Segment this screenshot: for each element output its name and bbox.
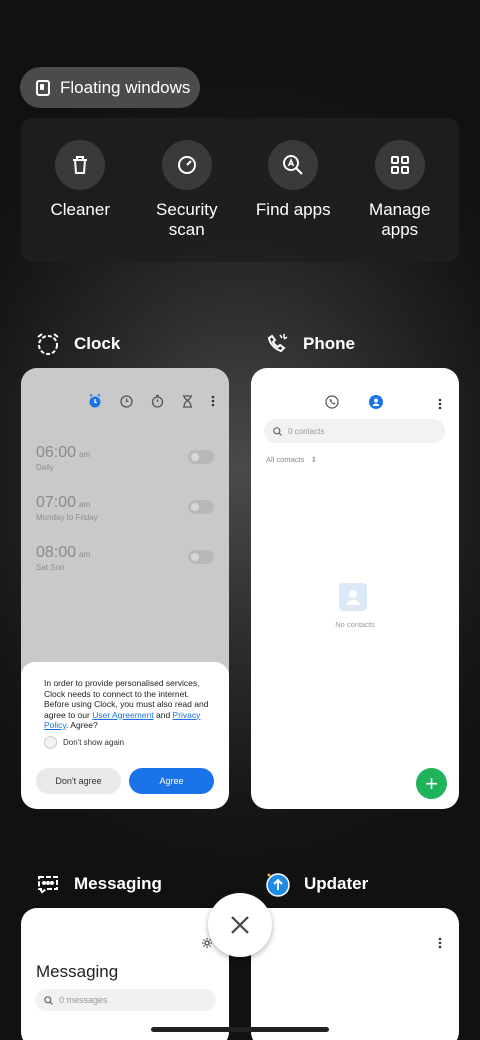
alarm-toggle[interactable]	[188, 500, 214, 514]
dont-show-again-checkbox[interactable]: Don't show again	[44, 735, 213, 749]
phone-app-icon	[267, 334, 288, 353]
clock-app-name: Clock	[74, 334, 121, 353]
close-all-apps-button[interactable]	[208, 893, 272, 957]
alarm-ampm: am	[79, 450, 91, 459]
find-apps-label: Find apps	[255, 200, 331, 219]
more-options-icon[interactable]	[438, 937, 442, 949]
alarm-time: 07:00	[36, 494, 77, 511]
alarm-toggle[interactable]	[188, 450, 214, 464]
messaging-app-icon	[38, 876, 58, 896]
phone-app-header[interactable]: Phone	[263, 331, 355, 357]
phone-app-card[interactable]: 0 contacts All contacts ⇕ No contacts +	[251, 368, 459, 809]
messages-search-placeholder: 0 messages	[59, 995, 108, 1005]
manage-apps-label: Manage apps	[369, 200, 431, 239]
security-scan-icon	[161, 140, 212, 190]
grid-apps-icon	[374, 140, 425, 190]
clock-app-card[interactable]: 06:00 am Daily 07:00 am Monday to Friday 0…	[21, 368, 229, 809]
world-clock-tab-icon[interactable]	[120, 394, 133, 408]
more-options-icon[interactable]	[211, 395, 215, 407]
contacts-filter-label: All contacts	[266, 455, 305, 464]
contacts-tab-icon[interactable]	[369, 395, 383, 409]
floating-window-icon	[36, 79, 50, 96]
phone-tabs	[325, 395, 383, 409]
alarm-tab-icon[interactable]	[88, 394, 102, 408]
alarm-toggle[interactable]	[188, 550, 214, 564]
dialog-message: In order to provide personalised service…	[44, 678, 209, 730]
clock-toolbar	[88, 394, 215, 408]
find-apps-icon	[268, 140, 319, 190]
cleaner-label: Cleaner	[50, 200, 111, 219]
stopwatch-tab-icon[interactable]	[151, 394, 164, 408]
alarm-repeat: Sat Sun	[36, 563, 65, 572]
updater-app-name: Updater	[304, 874, 369, 893]
empty-contacts-icon	[339, 583, 367, 611]
search-icon	[44, 995, 53, 1005]
privacy-dialog: In order to provide personalised service…	[21, 662, 229, 809]
contacts-filter-dropdown[interactable]: All contacts ⇕	[266, 455, 317, 464]
alarm-repeat: Daily	[36, 463, 54, 472]
security-scan-label: Security scan	[156, 200, 218, 239]
clock-app-header[interactable]: Clock	[34, 331, 120, 357]
chevron-updown-icon: ⇕	[310, 455, 317, 464]
trash-icon	[55, 140, 106, 190]
quick-tools-panel: Cleaner Security scan Find apps Manage a…	[21, 118, 459, 262]
messaging-app-card[interactable]: Messaging 0 messages	[21, 908, 229, 1040]
alarm-repeat: Monday to Friday	[36, 513, 98, 522]
alarm-ampm: am	[79, 550, 91, 559]
updater-app-header[interactable]: Updater	[264, 871, 368, 897]
user-agreement-link[interactable]: User Agreement	[92, 710, 153, 720]
phone-app-name: Phone	[303, 334, 355, 353]
security-scan-button[interactable]: Security scan	[137, 140, 237, 262]
manage-apps-button[interactable]: Manage apps	[350, 140, 450, 262]
search-icon	[273, 426, 282, 436]
floating-windows-label: Floating windows	[60, 77, 191, 97]
home-gesture-bar[interactable]	[151, 1027, 329, 1032]
messaging-title: Messaging	[36, 962, 119, 981]
agree-button[interactable]: Agree	[129, 768, 214, 794]
alarm-item[interactable]: 08:00 am Sat Sun	[36, 544, 90, 572]
alarm-ampm: am	[79, 500, 91, 509]
messaging-app-header[interactable]: Messaging	[34, 871, 162, 897]
clock-app-icon	[37, 333, 59, 355]
alarm-item[interactable]: 07:00 am Monday to Friday	[36, 494, 98, 522]
call-log-tab-icon[interactable]	[325, 395, 339, 409]
alarm-item[interactable]: 06:00 am Daily	[36, 444, 90, 472]
contacts-search-input[interactable]: 0 contacts	[264, 419, 445, 443]
updater-app-card[interactable]	[251, 908, 459, 1040]
floating-windows-button[interactable]: Floating windows	[20, 67, 200, 108]
more-options-icon[interactable]	[438, 398, 442, 410]
dont-agree-button[interactable]: Don't agree	[36, 768, 121, 794]
dont-show-again-label: Don't show again	[63, 737, 125, 747]
find-apps-button[interactable]: Find apps	[243, 140, 343, 262]
add-contact-fab[interactable]: +	[416, 768, 447, 799]
contacts-search-placeholder: 0 contacts	[288, 426, 325, 436]
checkbox-circle[interactable]	[44, 735, 57, 749]
alarm-time: 06:00	[36, 444, 77, 461]
updater-app-icon	[266, 873, 290, 897]
messaging-app-name: Messaging	[74, 874, 162, 893]
cleaner-button[interactable]: Cleaner	[30, 140, 130, 262]
alarm-time: 08:00	[36, 544, 77, 561]
close-icon	[231, 916, 249, 934]
timer-tab-icon[interactable]	[182, 394, 193, 408]
empty-contacts-text: No contacts	[335, 620, 375, 629]
messages-search-input[interactable]: 0 messages	[35, 989, 216, 1011]
